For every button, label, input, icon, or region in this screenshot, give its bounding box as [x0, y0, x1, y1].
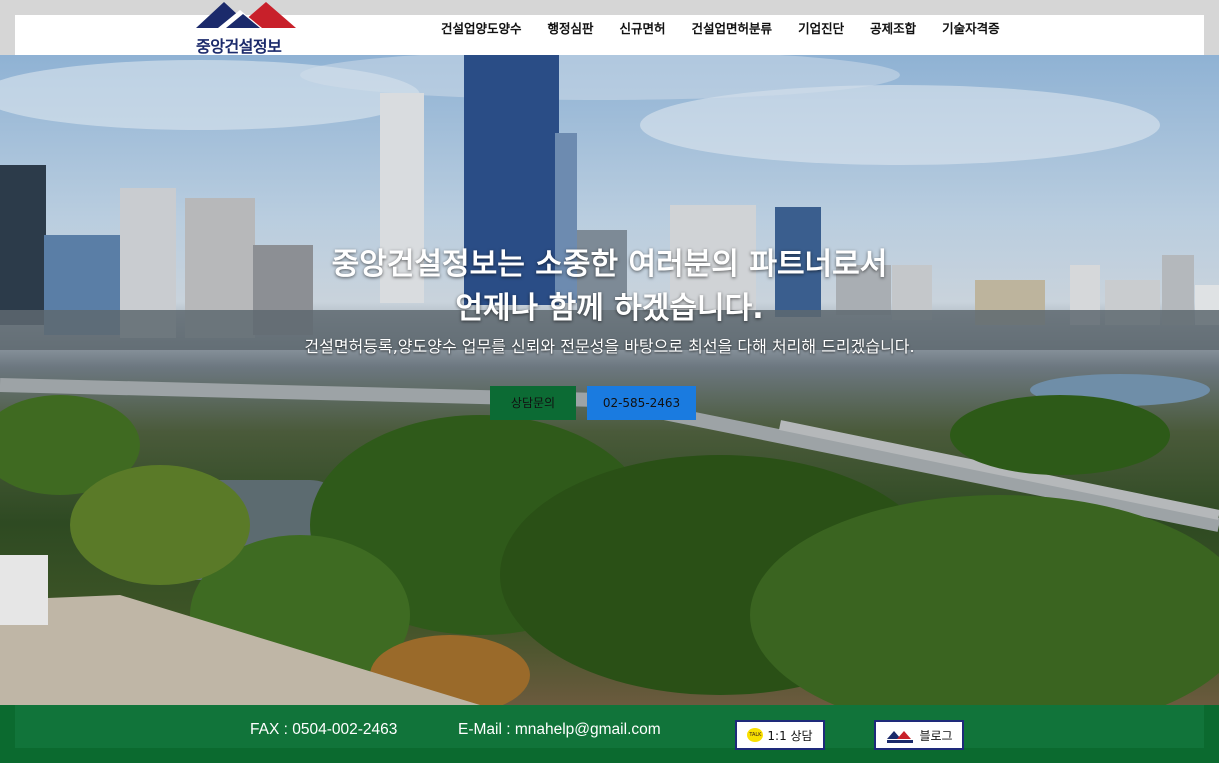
email-address: E-Mail : mnahelp@gmail.com [458, 721, 661, 738]
nav-item-administrative-appeal[interactable]: 행정심판 [548, 18, 594, 37]
kakao-talk-icon: TALK [747, 728, 764, 742]
nav-item-new-license[interactable]: 신규면허 [620, 18, 666, 37]
hero-title: 중앙건설정보는 소중한 여러분의 파트너로서 언제나 함께 하겠습니다. [0, 243, 1219, 331]
hero-banner: 중앙건설정보는 소중한 여러분의 파트너로서 언제나 함께 하겠습니다. 건설면… [0, 55, 1219, 705]
nav-item-license-classification[interactable]: 건설업면허분류 [692, 18, 773, 37]
kakao-chat-button[interactable]: TALK 1:1 상담 [735, 720, 825, 750]
hero-subtitle: 건설면허등록,양도양수 업무를 신뢰와 전문성을 바탕으로 최선을 다해 처리해… [304, 337, 915, 356]
kakao-chat-label: 1:1 상담 [767, 728, 813, 743]
footer-bar: FAX : 0504-002-2463 E-Mail : mnahelp@gma… [0, 705, 1219, 763]
site-logo[interactable]: 중앙건설정보 [196, 0, 296, 56]
phone-button[interactable]: 02-585-2463 [587, 386, 696, 420]
main-nav: 건설업양도양수 행정심판 신규면허 건설업면허분류 기업진단 공제조합 기술자격… [441, 15, 1026, 39]
hero-title-line-2: 언제나 함께 하겠습니다. [455, 291, 764, 326]
nav-item-corporate-diagnosis[interactable]: 기업진단 [798, 18, 844, 37]
hero-title-line-1: 중앙건설정보는 소중한 여러분의 파트너로서 [331, 247, 888, 282]
city-skyline-background [0, 55, 1219, 705]
top-header: 중앙건설정보 건설업양도양수 행정심판 신규면허 건설업면허분류 기업진단 공제… [15, 2, 1204, 56]
fax-number: FAX : 0504-002-2463 [250, 721, 398, 738]
logo-mark-icon [196, 2, 296, 28]
nav-item-mutual-aid[interactable]: 공제조합 [870, 18, 916, 37]
nav-item-transfer[interactable]: 건설업양도양수 [441, 18, 522, 37]
blog-label: 블로그 [919, 728, 953, 743]
consult-button[interactable]: 상담문의 [490, 386, 576, 420]
blog-button[interactable]: 블로그 [874, 720, 964, 750]
logo-text: 중앙건설정보 [196, 37, 282, 56]
blog-logo-icon [887, 731, 914, 743]
nav-item-certification[interactable]: 기술자격증 [942, 18, 1000, 37]
